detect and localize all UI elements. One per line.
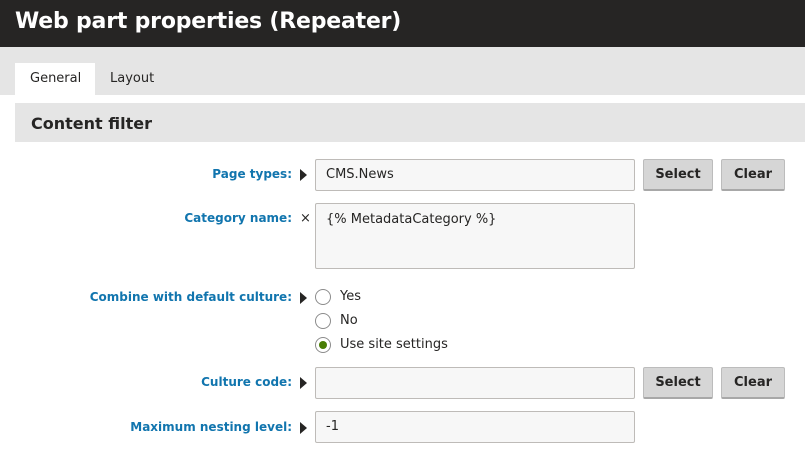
- radio-no-label: No: [340, 313, 358, 328]
- section-title: Content filter: [31, 114, 152, 133]
- combine-culture-expand-icon[interactable]: [300, 292, 310, 304]
- window-title: Web part properties (Repeater): [15, 9, 402, 34]
- radio-no-icon[interactable]: [315, 313, 331, 329]
- tab-strip: General Layout: [0, 47, 805, 95]
- category-name-label: Category name:: [184, 211, 292, 225]
- radio-use-site-settings-label: Use site settings: [340, 337, 448, 352]
- tab-general[interactable]: General: [15, 63, 95, 95]
- max-nesting-field[interactable]: -1: [315, 411, 635, 443]
- max-nesting-expand-icon[interactable]: [300, 422, 310, 434]
- page-types-clear-button[interactable]: Clear: [721, 159, 785, 191]
- max-nesting-label: Maximum nesting level:: [130, 420, 292, 434]
- culture-code-clear-button[interactable]: Clear: [721, 367, 785, 399]
- tab-layout[interactable]: Layout: [95, 63, 169, 95]
- page-types-label: Page types:: [212, 167, 292, 181]
- combine-culture-label: Combine with default culture:: [89, 290, 292, 304]
- page-types-field[interactable]: CMS.News: [315, 159, 635, 191]
- radio-yes-icon[interactable]: [315, 289, 331, 305]
- category-name-clear-icon[interactable]: ×: [300, 212, 311, 225]
- radio-yes-label: Yes: [340, 289, 361, 304]
- window-titlebar: Web part properties (Repeater): [0, 0, 805, 47]
- culture-code-expand-icon[interactable]: [300, 377, 310, 389]
- section-header: Content filter: [15, 103, 805, 142]
- radio-use-site-settings-icon[interactable]: [315, 337, 331, 353]
- culture-code-field[interactable]: [315, 367, 635, 399]
- category-name-field[interactable]: {% MetadataCategory %}: [315, 203, 635, 269]
- page-types-select-button[interactable]: Select: [643, 159, 713, 191]
- culture-code-label: Culture code:: [201, 375, 292, 389]
- page-types-expand-icon[interactable]: [300, 169, 310, 181]
- culture-code-select-button[interactable]: Select: [643, 367, 713, 399]
